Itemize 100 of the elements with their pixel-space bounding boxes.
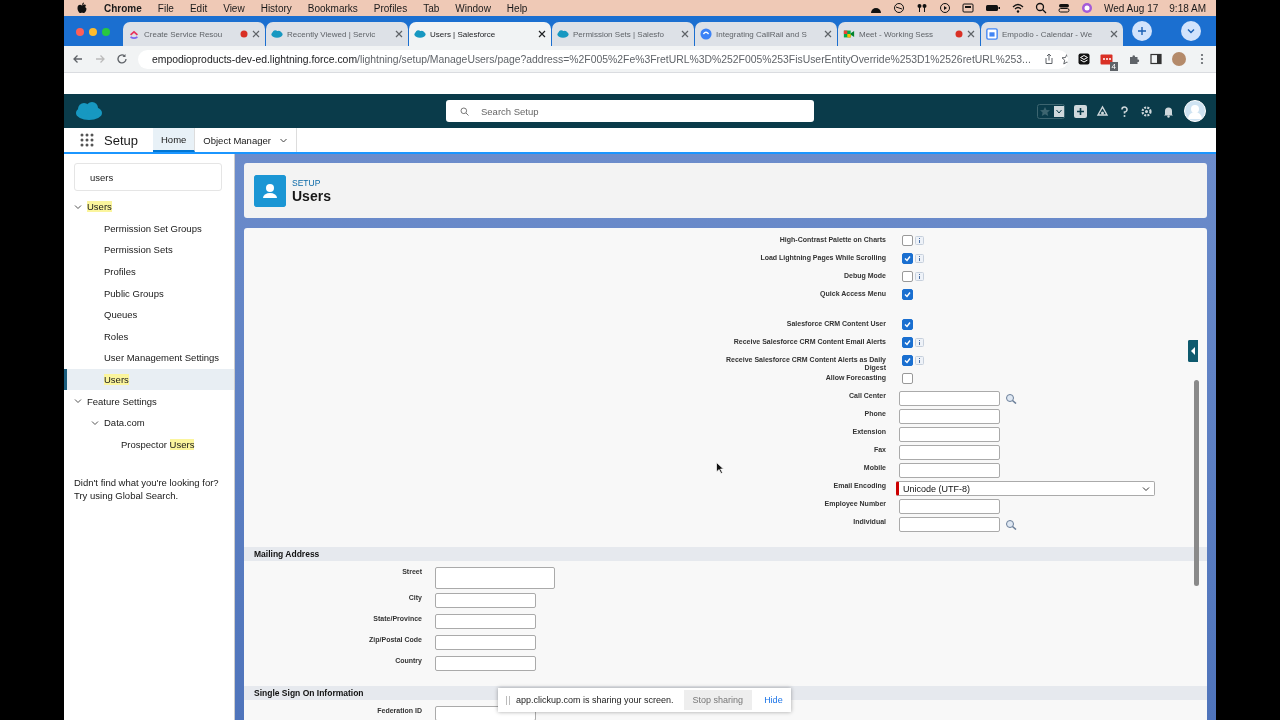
search-icon[interactable] (1035, 2, 1047, 14)
tree-item[interactable]: Users (64, 196, 234, 218)
text-field[interactable] (899, 463, 1000, 478)
browser-tab[interactable]: Create Service Resou (123, 22, 265, 46)
panel-toggle-icon[interactable] (1188, 340, 1198, 362)
settings-icon[interactable] (1140, 104, 1153, 118)
nav-tab[interactable]: Object Manager (195, 128, 297, 152)
app-launcher-icon[interactable] (80, 133, 94, 147)
status-icon[interactable] (893, 2, 905, 14)
new-tab-button[interactable] (1132, 21, 1152, 41)
wifi-icon[interactable] (1012, 2, 1024, 14)
battery-icon[interactable] (985, 2, 1001, 14)
info-icon[interactable] (915, 236, 924, 245)
menu-item[interactable]: History (260, 2, 292, 14)
chevron-icon[interactable] (74, 202, 82, 211)
cloud-help-icon[interactable] (1096, 104, 1109, 118)
cloud-logo-icon[interactable] (74, 101, 104, 121)
tree-item[interactable]: Profiles (64, 260, 234, 283)
checkbox[interactable] (902, 235, 913, 246)
window-icon[interactable] (962, 2, 974, 14)
stop-sharing-button[interactable]: Stop sharing (683, 690, 753, 710)
menu-item[interactable]: File (157, 2, 174, 14)
grip-icon[interactable] (506, 695, 510, 705)
magnifier-icon[interactable] (1005, 519, 1017, 530)
text-field[interactable] (899, 427, 1000, 442)
browser-tab[interactable]: Meet - Working Sess (838, 22, 980, 46)
checkbox[interactable] (902, 253, 913, 264)
menu-item[interactable]: Bookmarks (307, 2, 358, 14)
tree-item[interactable]: Roles (64, 325, 234, 348)
checkbox[interactable] (902, 337, 913, 348)
tree-item[interactable]: Prospector Users (64, 433, 234, 456)
browser-tab[interactable]: Recently Viewed | Servic (266, 22, 408, 46)
menu-item[interactable]: Edit (189, 2, 208, 14)
address-field[interactable]: empodioproducts-dev-ed.lightning.force.com/lightning/setup/ManageUsers/page?address=%2F005%2Fe%3FretURL%3D%252F005%253FisUserEntityOverride%253D1%2526retURL%253... (138, 49, 1068, 69)
checkbox[interactable] (902, 373, 913, 384)
search-input[interactable]: Search Setup (479, 104, 814, 118)
user-avatar[interactable] (1184, 100, 1206, 122)
side-panel-icon[interactable] (1150, 53, 1162, 65)
text-field[interactable] (899, 499, 1000, 514)
text-field[interactable] (435, 635, 536, 650)
favorites-icon[interactable] (1037, 103, 1065, 119)
earbuds-icon[interactable] (916, 2, 928, 14)
checkbox[interactable] (902, 289, 913, 300)
info-icon[interactable] (915, 356, 924, 365)
extension-icon[interactable] (1078, 53, 1090, 65)
chevron-icon[interactable] (1186, 26, 1196, 36)
search-field[interactable]: Search Setup (446, 100, 814, 122)
apple-icon[interactable] (76, 2, 88, 14)
tree-item[interactable]: Permission Set Groups (64, 217, 234, 240)
checkbox[interactable] (902, 319, 913, 330)
plus-icon[interactable] (1137, 26, 1147, 36)
magnifier-icon[interactable] (1005, 393, 1017, 404)
text-area[interactable] (435, 567, 555, 589)
text-field[interactable] (899, 391, 1000, 406)
tree-item[interactable]: Permission Sets (64, 239, 234, 261)
scrollbar[interactable] (1194, 380, 1199, 586)
chevron-icon[interactable] (74, 397, 82, 406)
control-center-icon[interactable] (1058, 2, 1070, 14)
menu-bar-time[interactable]: 9:18 AM (1169, 2, 1206, 14)
reload-icon[interactable] (116, 53, 128, 65)
search-field[interactable]: users (74, 163, 222, 191)
tree-item[interactable]: User Management Settings (64, 347, 234, 369)
menu-item[interactable]: Window (455, 2, 491, 14)
tree-item[interactable]: Feature Settings (64, 390, 234, 412)
siri-icon[interactable] (1081, 2, 1093, 14)
checkbox[interactable] (902, 271, 913, 282)
text-field[interactable] (435, 656, 536, 671)
menu-item[interactable]: Tab (423, 2, 440, 14)
select-field[interactable]: Unicode (UTF-8) (896, 481, 1155, 496)
minimize-window-button[interactable] (89, 28, 97, 36)
menu-item[interactable]: View (223, 2, 245, 14)
info-icon[interactable] (915, 338, 924, 347)
menu-bar-date[interactable]: Wed Aug 17 (1104, 2, 1159, 14)
puzzle-icon[interactable] (1128, 53, 1140, 65)
tree-item[interactable]: Data.com (64, 411, 234, 434)
profile-avatar[interactable] (1172, 52, 1186, 66)
tree-item[interactable]: Public Groups (64, 282, 234, 304)
chevron-icon[interactable] (1142, 484, 1150, 493)
text-field[interactable] (899, 445, 1000, 460)
info-icon[interactable] (915, 254, 924, 263)
tab-search-button[interactable] (1181, 21, 1201, 41)
text-field[interactable] (899, 409, 1000, 424)
browser-tab[interactable]: Users | Salesforce (409, 22, 551, 46)
tree-item[interactable]: Queues (64, 303, 234, 326)
menu-item[interactable]: Chrome (104, 2, 142, 14)
text-field[interactable] (899, 517, 1000, 532)
menu-item[interactable]: Profiles (373, 2, 408, 14)
search-input[interactable]: users (88, 170, 224, 184)
info-icon[interactable] (915, 272, 924, 281)
browser-tab[interactable]: Integrating CallRail and S (695, 22, 837, 46)
chevron-icon[interactable] (91, 418, 99, 427)
browser-tab[interactable]: Empodio - Calendar - We (981, 22, 1123, 46)
tree-item[interactable]: Users (64, 368, 234, 391)
checkbox[interactable] (902, 355, 913, 366)
text-field[interactable] (435, 614, 536, 629)
add-icon[interactable] (1074, 104, 1087, 118)
browser-tab[interactable]: Permission Sets | Salesfo (552, 22, 694, 46)
back-icon[interactable] (72, 53, 84, 65)
share-icon[interactable] (1042, 53, 1055, 65)
play-icon[interactable] (939, 2, 951, 14)
